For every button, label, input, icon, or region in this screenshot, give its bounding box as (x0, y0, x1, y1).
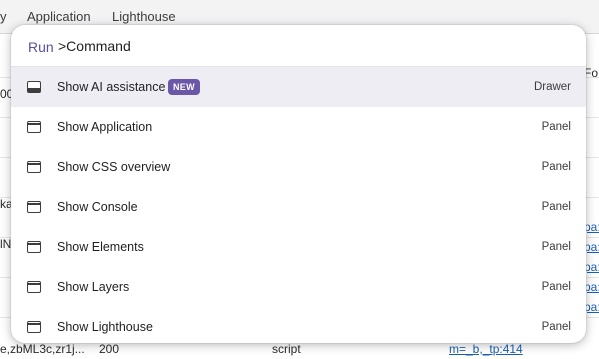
command-kind: Panel (541, 161, 571, 173)
command-label: Show AI assistance (57, 80, 166, 94)
command-item[interactable]: Show Lighthouse Panel (11, 307, 586, 343)
panel-icon (27, 241, 41, 253)
run-prompt: Run (28, 39, 54, 55)
initiator-link[interactable]: pa: (584, 220, 599, 234)
command-kind: Panel (541, 241, 571, 253)
command-menu-header: Run (11, 25, 586, 67)
initiator-link[interactable]: m=_b,_tp:414 (449, 342, 523, 356)
panel-icon (27, 321, 41, 333)
request-type: script (272, 342, 301, 356)
panel-icon (27, 161, 41, 173)
command-item[interactable]: Show AI assistance NEW Drawer (11, 67, 586, 107)
command-input[interactable] (58, 35, 558, 57)
drawer-icon (27, 81, 41, 93)
new-badge: NEW (168, 79, 200, 95)
initiator-link[interactable]: pa: (584, 240, 599, 254)
request-name: e,zbML3c,zr1j... (0, 342, 85, 356)
command-label: Show Layers (57, 280, 130, 294)
command-label: Show Lighthouse (57, 320, 153, 334)
command-kind: Panel (541, 121, 571, 133)
row-fragment: Fo (584, 66, 599, 80)
initiator-link[interactable]: pa: (584, 280, 599, 294)
panel-icon (27, 281, 41, 293)
command-menu: Run Show AI assistanceNEW Drawer Show Appl… (11, 25, 586, 343)
initiator-link[interactable]: pa: (584, 300, 599, 314)
initiator-link[interactable]: pa: (584, 260, 599, 274)
command-label: Show CSS overview (57, 160, 171, 174)
command-list: Show AI assistance NEW Drawer Show Applicat… (11, 67, 586, 343)
command-label: Show Application (57, 120, 153, 134)
command-label: Show Elements (57, 240, 144, 254)
command-kind: Panel (541, 321, 571, 333)
panel-icon (27, 121, 41, 133)
command-item[interactable]: Show CSS overview Panel (11, 147, 586, 187)
tab-partial[interactable]: y (0, 9, 7, 24)
command-item[interactable]: Show Console Panel (11, 187, 586, 227)
command-kind: Drawer (533, 81, 571, 93)
tab-lighthouse[interactable]: Lighthouse (112, 9, 176, 24)
command-kind: Panel (541, 201, 571, 213)
request-status: 200 (99, 342, 120, 356)
panel-icon (27, 201, 41, 213)
tab-application[interactable]: Application (27, 9, 91, 24)
command-label: Show Console (57, 200, 138, 214)
command-item[interactable]: Show Elements Panel (11, 227, 586, 267)
command-item[interactable]: Show Layers Panel (11, 267, 586, 307)
command-kind: Panel (541, 281, 571, 293)
command-item[interactable]: Show Application Panel (11, 107, 586, 147)
